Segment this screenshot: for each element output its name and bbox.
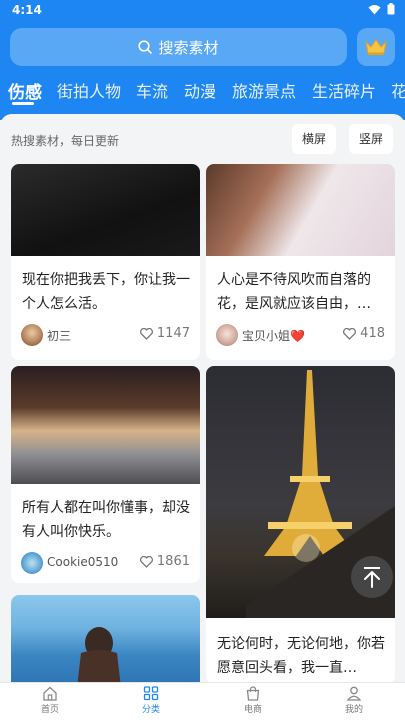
nav-shop[interactable]: 电商 <box>223 686 283 715</box>
user-icon <box>346 686 362 701</box>
like-count: 418 <box>360 326 385 341</box>
tab-street-portrait[interactable]: 街拍人物 <box>57 78 121 102</box>
card-image <box>11 595 200 684</box>
active-tab-indicator <box>12 102 34 105</box>
nav-label: 分类 <box>141 705 160 715</box>
content-panel: 热搜素材，每日更新 横屏 竖屏 现在你把我丢下，你让我一个人怎么活。 初三 11… <box>0 114 405 684</box>
hot-bar: 热搜素材，每日更新 横屏 竖屏 <box>0 114 405 164</box>
vip-crown-button[interactable] <box>357 28 395 66</box>
battery-icon <box>387 3 395 15</box>
tab-anime[interactable]: 动漫 <box>184 78 216 102</box>
tab-travel[interactable]: 旅游景点 <box>232 78 296 102</box>
like-count: 1861 <box>156 554 190 569</box>
grid-icon <box>143 686 159 701</box>
author-name: Cookie0510 <box>47 555 119 569</box>
material-card[interactable]: 现在你把我丢下，你让我一个人怎么活。 初三 1147 <box>11 164 200 360</box>
nav-label: 首页 <box>40 705 59 715</box>
card-title: 现在你把我丢下，你让我一个人怎么活。 <box>22 272 190 312</box>
nav-label: 我的 <box>344 705 363 715</box>
bag-icon <box>246 686 260 701</box>
status-time: 4:14 <box>12 3 42 17</box>
likes[interactable]: 418 <box>343 326 385 341</box>
avatar <box>21 324 43 346</box>
nav-label: 电商 <box>243 705 262 715</box>
search-bar[interactable]: 搜索素材 <box>10 28 347 66</box>
like-count: 1147 <box>156 326 190 341</box>
card-image <box>206 164 395 256</box>
landscape-button[interactable]: 横屏 <box>292 124 337 154</box>
back-to-top-button[interactable] <box>351 556 393 598</box>
hot-label: 热搜素材，每日更新 <box>11 134 120 148</box>
status-icons <box>368 3 395 15</box>
home-icon <box>43 686 57 701</box>
wifi-icon <box>368 4 381 14</box>
material-card[interactable]: 所有人都在叫你懂事，却没有人叫你快乐。 Cookie0510 1861 <box>11 366 200 583</box>
author-name: 宝贝小姐❤️ <box>242 329 305 343</box>
tab-life[interactable]: 生活碎片 <box>312 78 376 102</box>
heart-icon <box>343 327 357 340</box>
card-title: 无论何时，无论何地，你若愿意回头看，我一直… <box>217 636 385 676</box>
card-image <box>11 366 200 484</box>
heart-icon <box>139 555 153 568</box>
nav-home[interactable]: 首页 <box>20 686 80 715</box>
heart-icon <box>139 327 153 340</box>
material-card[interactable]: 无论何时，无论何地，你若愿意回头看，我一直… <box>206 366 395 684</box>
girl-silhouette-illustration <box>77 627 121 684</box>
portrait-button[interactable]: 竖屏 <box>349 124 394 154</box>
material-card[interactable] <box>11 595 200 684</box>
nav-category[interactable]: 分类 <box>121 686 181 715</box>
bottom-nav: 首页 分类 电商 我的 <box>0 682 405 720</box>
nav-mine[interactable]: 我的 <box>324 686 384 715</box>
material-card[interactable]: 人心是不待风吹而自落的花，是风就应该自由，… 宝贝小姐❤️ 418 <box>206 164 395 360</box>
avatar <box>21 552 43 574</box>
crown-icon <box>365 39 387 55</box>
likes[interactable]: 1861 <box>139 554 190 569</box>
tab-traffic[interactable]: 车流 <box>136 78 168 102</box>
card-title: 所有人都在叫你懂事，却没有人叫你快乐。 <box>22 500 190 540</box>
card-title: 人心是不待风吹而自落的花，是风就应该自由，… <box>217 272 371 312</box>
category-tabs: 伤感 街拍人物 车流 动漫 旅游景点 生活碎片 花 <box>0 72 405 106</box>
avatar <box>216 324 238 346</box>
likes[interactable]: 1147 <box>139 326 190 341</box>
search-icon <box>138 40 153 54</box>
arrow-up-icon <box>364 567 380 588</box>
tab-flower[interactable]: 花 <box>391 78 405 102</box>
status-bar: 4:14 <box>0 0 405 20</box>
card-image <box>11 164 200 256</box>
tab-shanggan[interactable]: 伤感 <box>8 78 42 103</box>
search-placeholder: 搜索素材 <box>158 38 219 57</box>
author-name: 初三 <box>47 329 72 343</box>
